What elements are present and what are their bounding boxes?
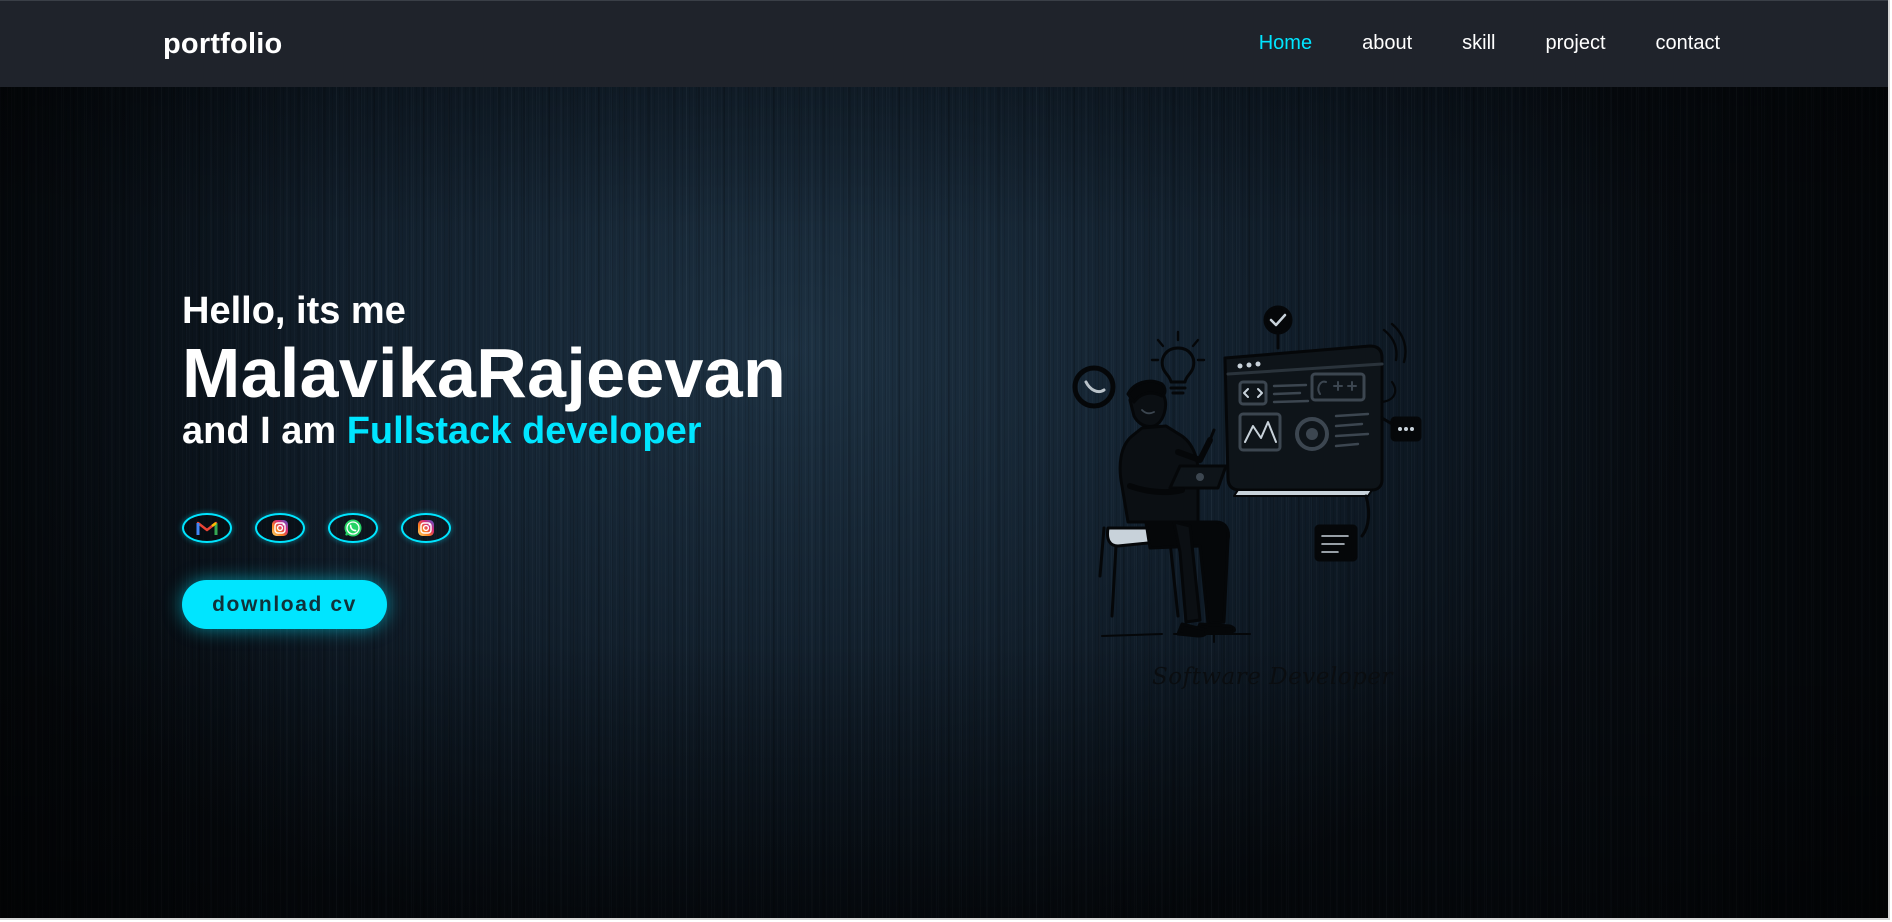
browser-viewport: portfolio Home about skill project conta… bbox=[0, 0, 1890, 920]
role-highlight: Fullstack developer bbox=[346, 410, 702, 452]
social-links bbox=[182, 513, 451, 543]
nav-link-project[interactable]: project bbox=[1545, 32, 1605, 55]
nav-link-skill[interactable]: skill bbox=[1462, 32, 1495, 55]
page: portfolio Home about skill project conta… bbox=[0, 0, 1892, 922]
nav-link-home[interactable]: Home bbox=[1259, 32, 1312, 55]
name-heading: MalavikaRajeevan bbox=[182, 334, 787, 412]
instagram-icon bbox=[272, 520, 288, 536]
navbar: portfolio Home about skill project conta… bbox=[0, 0, 1888, 87]
social-link-gmail[interactable] bbox=[182, 513, 232, 543]
social-link-instagram[interactable] bbox=[255, 513, 305, 543]
brand-logo[interactable]: portfolio bbox=[163, 28, 282, 61]
developer-illustration bbox=[1072, 305, 1422, 643]
illustration-caption: Software Developer bbox=[1152, 664, 1393, 690]
download-cv-button[interactable]: download cv bbox=[182, 580, 387, 629]
nav-link-about[interactable]: about bbox=[1362, 32, 1412, 55]
social-link-whatsapp[interactable] bbox=[328, 513, 378, 543]
role-prefix: and I am bbox=[182, 410, 337, 452]
instagram-icon bbox=[418, 520, 434, 536]
nav-link-contact[interactable]: contact bbox=[1656, 32, 1720, 55]
role-heading: and I am Fullstack developer bbox=[182, 409, 786, 453]
gmail-icon bbox=[196, 521, 218, 535]
social-link-instagram-2[interactable] bbox=[401, 513, 451, 543]
nav-links: Home about skill project contact bbox=[1259, 32, 1720, 55]
greeting-heading: Hello, its me bbox=[182, 290, 406, 332]
hero-text: Hello, its me MalavikaRajeevan and I am … bbox=[182, 288, 786, 453]
hero-vignette bbox=[0, 0, 1888, 918]
whatsapp-icon bbox=[344, 519, 362, 537]
